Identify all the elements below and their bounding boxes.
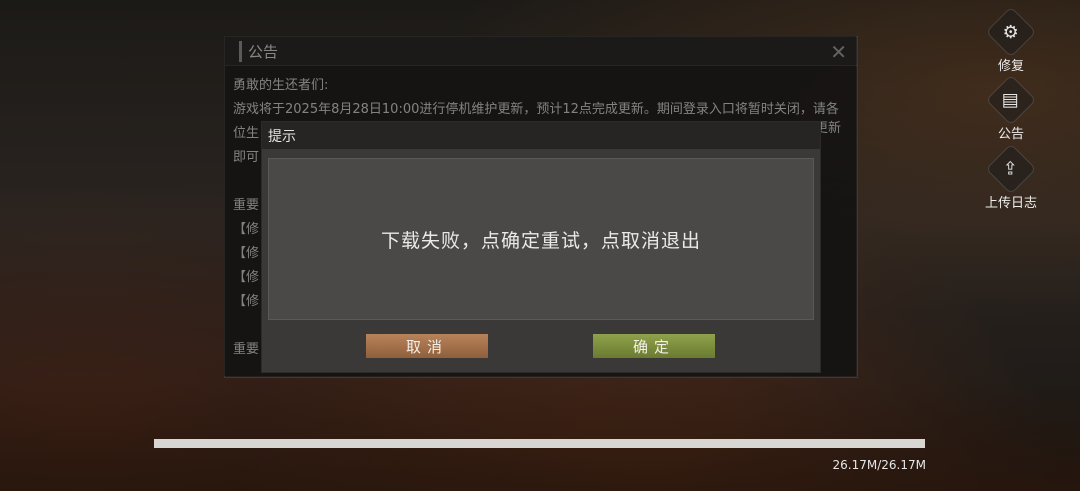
upload-log-label: 上传日志 <box>984 196 1037 211</box>
download-progress-text: 26.17M/26.17M <box>832 458 926 472</box>
notice-label: 公告 <box>997 127 1024 142</box>
notice-icon: ▤ <box>985 74 1037 126</box>
prompt-dialog: 提示 下载失败，点确定重试，点取消退出 取消 确定 <box>261 121 821 373</box>
dialog-content: 下载失败，点确定重试，点取消退出 <box>268 158 814 320</box>
dialog-message: 下载失败，点确定重试，点取消退出 <box>380 229 701 252</box>
download-progress-bar <box>154 439 925 448</box>
repair-button[interactable]: ⚙ 修复 <box>981 6 1041 74</box>
upload-icon: ⇪ <box>985 143 1037 195</box>
upload-log-button[interactable]: ⇪ 上传日志 <box>981 143 1041 211</box>
dialog-header: 提示 <box>262 122 820 149</box>
background-scene <box>0 381 1080 491</box>
dialog-title: 提示 <box>268 128 296 145</box>
gear-icon: ⚙ <box>985 6 1037 58</box>
confirm-button[interactable]: 确定 <box>593 334 715 358</box>
repair-label: 修复 <box>997 59 1024 74</box>
notice-button[interactable]: ▤ 公告 <box>981 74 1041 142</box>
cancel-button[interactable]: 取消 <box>366 334 488 358</box>
download-progress-fill <box>154 439 925 448</box>
